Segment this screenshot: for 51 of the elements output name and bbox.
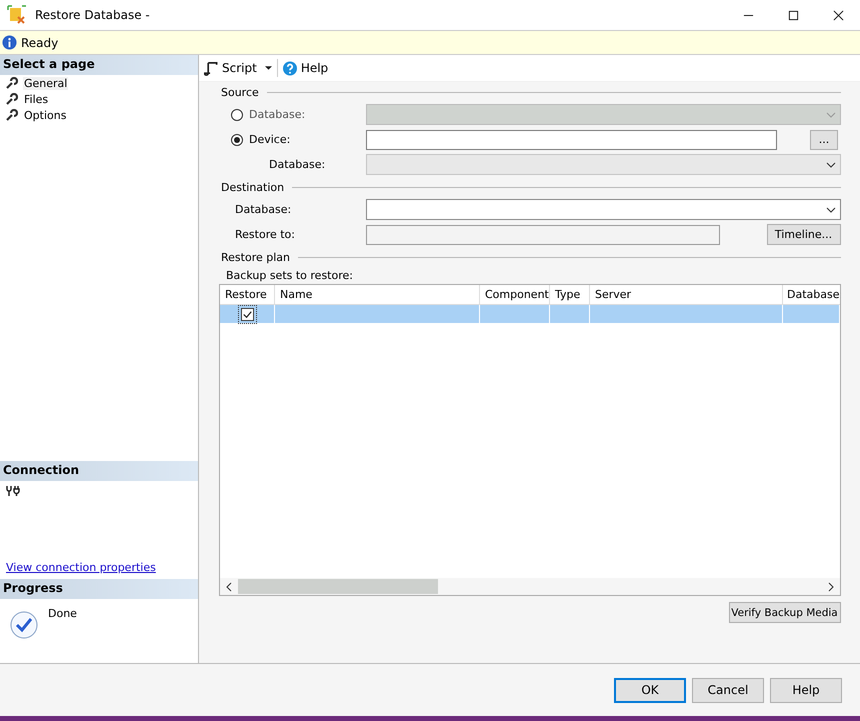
wrench-icon bbox=[6, 77, 18, 89]
dialog-button[interactable]: OK bbox=[614, 678, 686, 702]
page-item[interactable]: Files bbox=[23, 92, 50, 106]
section-header: Select a page bbox=[0, 55, 198, 75]
browse-button[interactable]: ... bbox=[810, 130, 838, 150]
checkmark-icon bbox=[10, 611, 38, 639]
script-button[interactable]: Script bbox=[202, 58, 274, 78]
section-header: Progress bbox=[0, 579, 198, 599]
section-title: Source bbox=[221, 86, 259, 98]
dialog-button[interactable]: Cancel bbox=[692, 678, 764, 702]
horizontal-scrollbar[interactable] bbox=[220, 578, 840, 595]
section-title: Restore plan bbox=[221, 250, 290, 264]
page-item[interactable]: General bbox=[23, 76, 68, 90]
column-header[interactable]: Name bbox=[275, 285, 480, 304]
database-dropdown[interactable] bbox=[366, 199, 840, 220]
column-header[interactable]: Component bbox=[480, 285, 550, 304]
window-title: Restore Database - bbox=[35, 8, 150, 22]
chevron-down-icon bbox=[826, 206, 836, 212]
status-text: Ready bbox=[21, 36, 58, 50]
chevron-down-icon bbox=[826, 162, 836, 168]
column-header[interactable]: Database bbox=[783, 285, 840, 304]
verify-backup-media-button[interactable]: Verify Backup Media bbox=[728, 602, 840, 623]
column-header[interactable]: Restore bbox=[220, 285, 275, 304]
scroll-left-icon[interactable] bbox=[226, 582, 232, 592]
help-button[interactable]: Help bbox=[280, 58, 330, 78]
device-field[interactable] bbox=[366, 130, 777, 150]
chevron-down-icon bbox=[826, 112, 836, 118]
restore-to-field[interactable] bbox=[366, 224, 720, 244]
column-header[interactable]: Type bbox=[550, 285, 590, 304]
wrench-icon bbox=[6, 109, 18, 121]
section-header: Connection bbox=[0, 461, 198, 481]
caret-icon bbox=[264, 66, 272, 70]
timeline-button[interactable]: Timeline... bbox=[766, 224, 840, 245]
dialog-button[interactable]: Help bbox=[770, 678, 842, 702]
field-label: Database: bbox=[234, 203, 292, 216]
field-label: Database: bbox=[268, 158, 326, 171]
connection-properties-link[interactable]: View connection properties bbox=[6, 561, 192, 574]
info-icon bbox=[2, 35, 17, 50]
help-icon bbox=[282, 60, 297, 76]
column-header[interactable]: Server bbox=[590, 285, 783, 304]
radio-button[interactable]: Device: bbox=[221, 133, 366, 146]
scroll-right-icon[interactable] bbox=[828, 582, 834, 592]
close-icon[interactable] bbox=[833, 10, 844, 20]
section-title: Destination bbox=[221, 180, 284, 194]
plug-icon bbox=[6, 485, 20, 497]
wrench-icon bbox=[6, 93, 18, 105]
maximize-icon[interactable] bbox=[788, 10, 799, 20]
page-item[interactable]: Options bbox=[23, 108, 68, 122]
field-label: Restore to: bbox=[234, 228, 296, 241]
progress-status: Done bbox=[48, 607, 77, 620]
grid-label: Backup sets to restore: bbox=[225, 268, 354, 284]
